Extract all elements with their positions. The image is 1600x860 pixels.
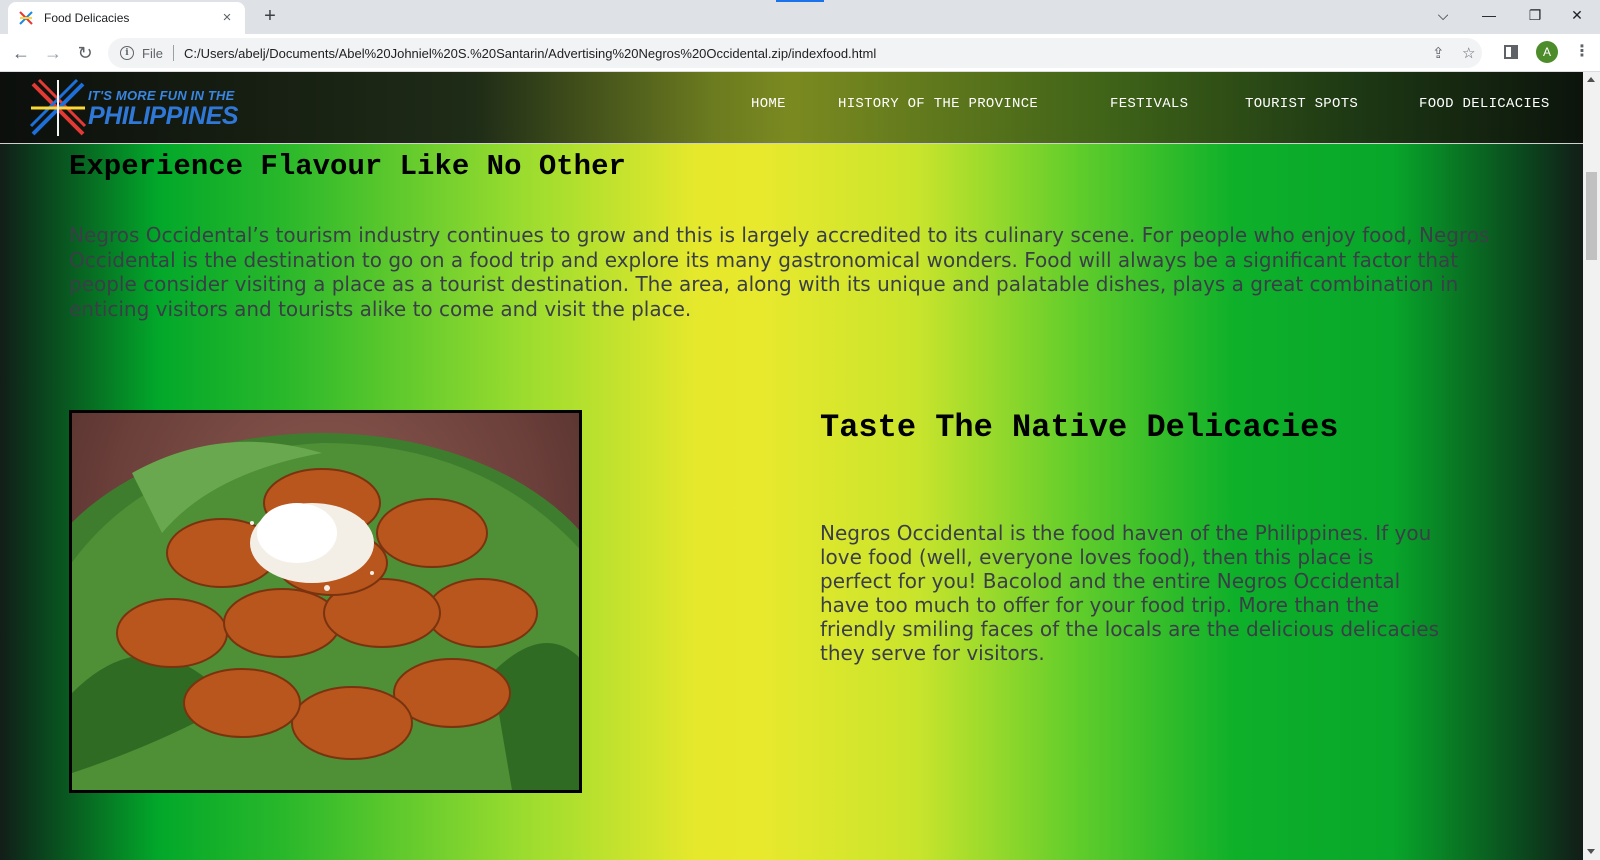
titlebar-accent xyxy=(776,0,824,2)
close-window-button[interactable]: ✕ xyxy=(1554,0,1600,30)
browser-titlebar: Food Delicacies × + ⌵ — ❐ ✕ xyxy=(0,0,1600,34)
nav-tourist-spots[interactable]: TOURIST SPOTS xyxy=(1245,96,1358,112)
side-panel-icon[interactable] xyxy=(1504,45,1518,59)
url-text[interactable]: C:/Users/abelj/Documents/Abel%20Johniel%… xyxy=(184,46,876,61)
scroll-down-icon[interactable] xyxy=(1587,849,1595,854)
tab-title: Food Delicacies xyxy=(44,11,130,25)
minimize-button[interactable]: — xyxy=(1466,0,1512,30)
food-illustration xyxy=(72,433,579,790)
site-logo[interactable]: IT'S MORE FUN IN THE PHILIPPINES xyxy=(29,78,239,140)
nav-food-delicacies[interactable]: FOOD DELICACIES xyxy=(1419,96,1550,112)
scroll-up-icon[interactable] xyxy=(1587,77,1595,82)
nav-home[interactable]: HOME xyxy=(751,96,786,112)
scheme-label: File xyxy=(142,45,163,61)
logo-tagline: IT'S MORE FUN IN THE xyxy=(88,88,235,103)
scroll-thumb[interactable] xyxy=(1586,172,1597,260)
reload-button[interactable]: ↻ xyxy=(72,40,98,66)
browser-menu-icon[interactable]: ⋮ xyxy=(1574,41,1590,61)
intro-paragraph: Negros Occidental’s tourism industry con… xyxy=(69,223,1490,321)
section-heading: Taste The Native Delicacies xyxy=(820,409,1339,446)
page-heading: Experience Flavour Like No Other xyxy=(69,150,626,183)
back-button[interactable]: ← xyxy=(8,40,34,66)
philippines-logo-mark-icon xyxy=(29,78,87,136)
logo-wordmark: PHILIPPINES xyxy=(88,102,239,130)
forward-button[interactable]: → xyxy=(40,40,66,66)
bookmark-star-icon[interactable]: ☆ xyxy=(1462,44,1475,62)
tab-search-icon[interactable]: ⌵ xyxy=(1420,0,1466,30)
browser-tab[interactable]: Food Delicacies × xyxy=(8,2,245,34)
tab-close-icon[interactable]: × xyxy=(219,10,235,26)
new-tab-button[interactable]: + xyxy=(258,5,282,29)
nav-history[interactable]: HISTORY OF THE PROVINCE xyxy=(838,96,1038,112)
nav-festivals[interactable]: FESTIVALS xyxy=(1110,96,1188,112)
browser-toolbar: ← → ↻ i File C:/Users/abelj/Documents/Ab… xyxy=(0,34,1600,72)
kakanin-photo xyxy=(69,410,582,793)
address-bar[interactable]: i File C:/Users/abelj/Documents/Abel%20J… xyxy=(108,38,1482,68)
restore-button[interactable]: ❐ xyxy=(1512,0,1558,30)
site-info-icon[interactable]: i xyxy=(120,46,134,60)
site-favicon-icon xyxy=(18,10,34,26)
profile-avatar[interactable]: A xyxy=(1536,41,1558,63)
site-header: IT'S MORE FUN IN THE PHILIPPINES HOME HI… xyxy=(0,72,1583,144)
share-icon[interactable]: ⇪ xyxy=(1432,44,1445,62)
page-viewport: IT'S MORE FUN IN THE PHILIPPINES HOME HI… xyxy=(0,72,1583,860)
page-scrollbar[interactable] xyxy=(1583,72,1600,860)
address-separator xyxy=(172,45,174,61)
section-paragraph: Negros Occidental is the food haven of t… xyxy=(820,521,1439,665)
